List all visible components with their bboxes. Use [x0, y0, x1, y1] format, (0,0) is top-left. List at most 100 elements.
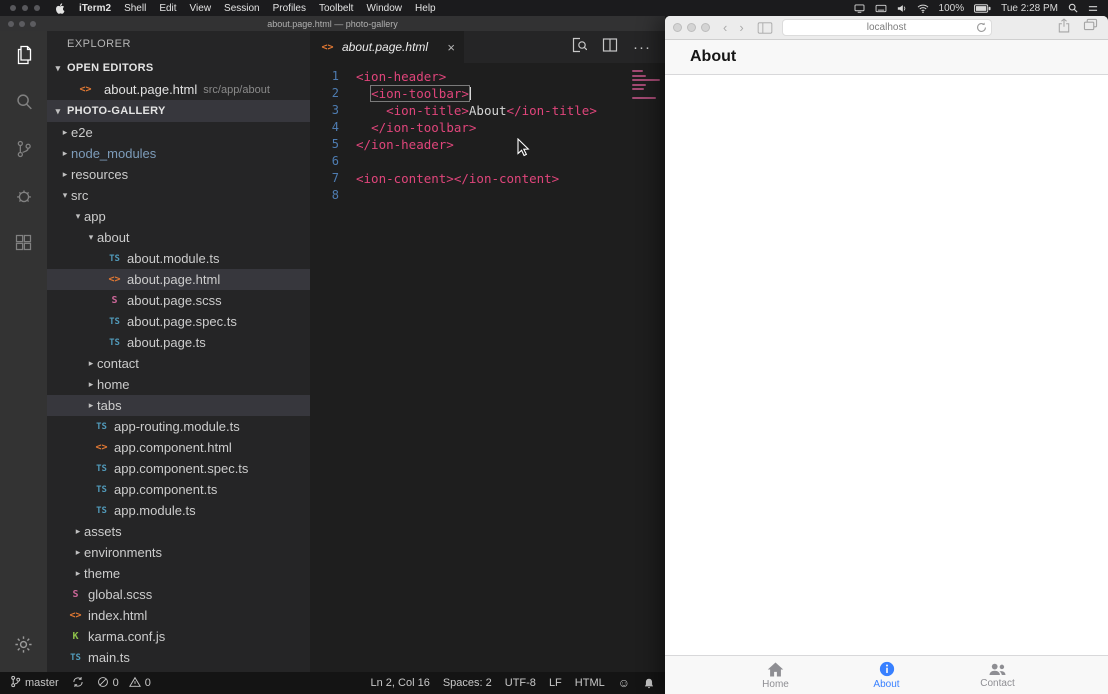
menubar-item-profiles[interactable]: Profiles	[273, 3, 306, 14]
tree-file-about-module-ts[interactable]: TSabout.module.ts	[47, 248, 310, 269]
tree-folder-theme[interactable]: ▸theme	[47, 563, 310, 584]
menubar-item-toolbelt[interactable]: Toolbelt	[319, 3, 353, 14]
menubar-item-view[interactable]: View	[190, 3, 212, 14]
search-icon[interactable]	[0, 78, 47, 125]
tabs-overview-icon[interactable]	[1083, 18, 1098, 38]
minimize-window-button[interactable]	[687, 23, 696, 32]
spotlight-icon[interactable]	[1068, 3, 1078, 13]
open-preview-icon[interactable]	[571, 37, 587, 58]
encoding[interactable]: UTF-8	[505, 677, 536, 689]
notification-center-icon[interactable]	[1088, 4, 1098, 13]
menubar-item-help[interactable]: Help	[415, 3, 436, 14]
line-number: 2	[310, 85, 356, 102]
open-editor-path: src/app/about	[203, 84, 270, 96]
menubar-item-session[interactable]: Session	[224, 3, 260, 14]
menubar-item-edit[interactable]: Edit	[159, 3, 176, 14]
tree-file-global-scss[interactable]: Sglobal.scss	[47, 584, 310, 605]
source-control-icon[interactable]	[0, 125, 47, 172]
close-tab-icon[interactable]: ×	[447, 41, 455, 54]
tree-folder-environments[interactable]: ▸environments	[47, 542, 310, 563]
zoom-window-button[interactable]	[30, 21, 36, 27]
tree-file-karma-conf-js[interactable]: Kkarma.conf.js	[47, 626, 310, 647]
debug-icon[interactable]	[0, 172, 47, 219]
language-mode[interactable]: HTML	[575, 677, 605, 689]
tree-file-app-routing-module-ts[interactable]: TSapp-routing.module.ts	[47, 416, 310, 437]
open-editor-item[interactable]: <> about.page.html src/app/about	[47, 79, 310, 100]
tree-file-app-module-ts[interactable]: TSapp.module.ts	[47, 500, 310, 521]
apple-menu-icon[interactable]	[55, 2, 66, 15]
tree-folder-node-modules[interactable]: ▸node_modules	[47, 143, 310, 164]
menubar-item-window[interactable]: Window	[366, 3, 402, 14]
settings-gear-icon[interactable]	[0, 624, 47, 664]
menubar-app-name[interactable]: iTerm2	[79, 3, 111, 14]
tree-file-about-page-spec-ts[interactable]: TSabout.page.spec.ts	[47, 311, 310, 332]
explorer-icon[interactable]	[0, 31, 47, 78]
minimap-line	[632, 88, 644, 90]
home-icon	[766, 661, 785, 678]
indentation[interactable]: Spaces: 2	[443, 677, 492, 689]
screen-mirroring-icon[interactable]	[854, 4, 865, 13]
zoom-window-button[interactable]	[701, 23, 710, 32]
tree-folder-e2e[interactable]: ▸e2e	[47, 122, 310, 143]
tree-folder-home[interactable]: ▸home	[47, 374, 310, 395]
tree-file-index-html[interactable]: <>index.html	[47, 605, 310, 626]
tree-file-app-component-spec-ts[interactable]: TSapp.component.spec.ts	[47, 458, 310, 479]
battery-icon[interactable]	[974, 4, 991, 13]
tree-file-app-component-ts[interactable]: TSapp.component.ts	[47, 479, 310, 500]
vscode-traffic-lights[interactable]	[8, 21, 36, 27]
back-button[interactable]: ‹	[723, 21, 727, 34]
sidebar-toggle-icon[interactable]	[757, 22, 773, 34]
tree-folder-tabs[interactable]: ▸tabs	[47, 395, 310, 416]
minimize-window-button[interactable]	[19, 21, 25, 27]
volume-icon[interactable]	[897, 4, 907, 13]
problems-item[interactable]: 0 0	[97, 676, 151, 691]
close-window-button[interactable]	[673, 23, 682, 32]
tree-folder-app[interactable]: ▾app	[47, 206, 310, 227]
forward-button[interactable]: ›	[739, 21, 743, 34]
minimap[interactable]	[630, 70, 662, 106]
tab-about-page-html[interactable]: <> about.page.html ×	[310, 31, 464, 63]
vscode-titlebar[interactable]: about.page.html — photo-gallery	[0, 16, 665, 31]
share-icon[interactable]	[1058, 18, 1070, 38]
address-bar[interactable]: localhost	[782, 19, 992, 36]
tree-file-about-page-ts[interactable]: TSabout.page.ts	[47, 332, 310, 353]
extensions-icon[interactable]	[0, 219, 47, 266]
ion-tab-about[interactable]: About	[831, 656, 942, 694]
tree-folder-about[interactable]: ▾about	[47, 227, 310, 248]
eol[interactable]: LF	[549, 677, 562, 689]
tree-file-app-component-html[interactable]: <>app.component.html	[47, 437, 310, 458]
code-area[interactable]: 1<ion-header>2 <ion-toolbar>3 <ion-title…	[310, 63, 665, 672]
feedback-smiley-icon[interactable]: ☺	[618, 676, 630, 690]
wifi-icon[interactable]	[917, 4, 929, 13]
tree-file-about-page-html[interactable]: <>about.page.html	[47, 269, 310, 290]
open-editors-section[interactable]: ▾ OPEN EDITORS	[47, 57, 310, 79]
menubar-clock[interactable]: Tue 2:28 PM	[1001, 3, 1058, 14]
ts-file-icon: TS	[106, 338, 123, 348]
code-line: 6	[310, 153, 665, 170]
ion-tab-home[interactable]: Home	[720, 656, 831, 694]
split-editor-icon[interactable]	[602, 37, 618, 58]
cursor-position[interactable]: Ln 2, Col 16	[371, 677, 430, 689]
keyboard-icon[interactable]	[875, 4, 887, 13]
sync-button[interactable]	[72, 676, 84, 691]
tree-folder-assets[interactable]: ▸assets	[47, 521, 310, 542]
html-file-icon: <>	[67, 610, 84, 621]
menubar-item-shell[interactable]: Shell	[124, 3, 146, 14]
close-window-button[interactable]	[8, 21, 14, 27]
tree-file-main-ts[interactable]: TSmain.ts	[47, 647, 310, 668]
refresh-icon[interactable]	[976, 22, 987, 36]
project-section[interactable]: ▾ PHOTO-GALLERY	[47, 100, 310, 122]
tree-folder-resources[interactable]: ▸resources	[47, 164, 310, 185]
tree-file-about-page-scss[interactable]: Sabout.page.scss	[47, 290, 310, 311]
minimap-line	[632, 75, 646, 77]
safari-toolbar: ‹ › localhost	[665, 16, 1108, 40]
ts-file-icon: TS	[93, 422, 110, 432]
editor-tab-bar: <> about.page.html × ···	[310, 31, 665, 63]
tree-folder-contact[interactable]: ▸contact	[47, 353, 310, 374]
tree-folder-src[interactable]: ▾src	[47, 185, 310, 206]
notifications-bell-icon[interactable]	[643, 677, 655, 690]
more-actions-icon[interactable]: ···	[633, 39, 651, 56]
safari-traffic-lights[interactable]	[673, 23, 710, 32]
ion-tab-contact[interactable]: Contact	[942, 656, 1053, 694]
git-branch-item[interactable]: master	[10, 675, 59, 691]
